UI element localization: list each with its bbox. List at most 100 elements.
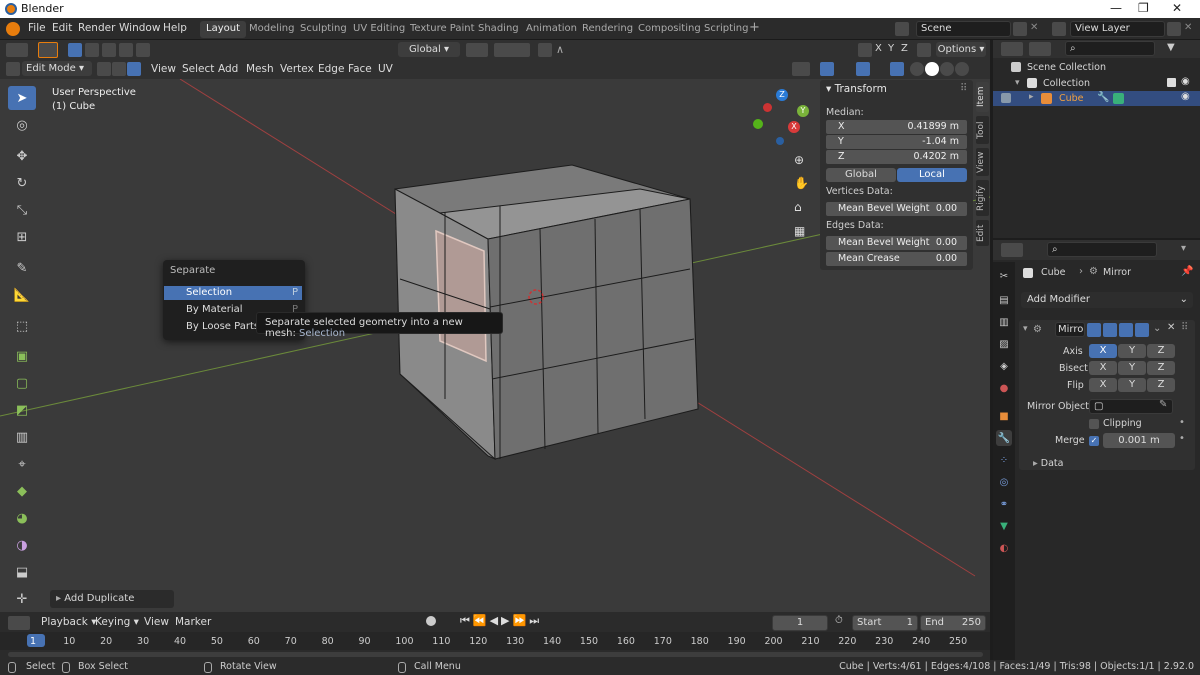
edge-bevel-weight-field[interactable]: Mean Bevel Weight 0.00 xyxy=(826,236,967,250)
constraints-tab-icon[interactable]: ⚭ xyxy=(996,496,1012,512)
select-mode-subtract-icon[interactable] xyxy=(102,43,116,57)
gizmo-x-axis[interactable]: X xyxy=(788,121,800,133)
scene-collection-label[interactable]: Scene Collection xyxy=(1027,62,1106,73)
menu-window[interactable]: Window xyxy=(119,22,160,34)
playback-controls[interactable]: ⏮⏪◀▶⏩⏭ xyxy=(460,614,542,628)
particles-tab-icon[interactable]: ⁘ xyxy=(996,452,1012,468)
mode-dropdown[interactable]: Edit Mode ▾ xyxy=(22,61,92,76)
tab-animation[interactable]: Animation xyxy=(520,21,583,38)
tab-texture-paint[interactable]: Texture Paint xyxy=(404,21,481,38)
tab-view[interactable]: View xyxy=(976,148,989,176)
editor-type-icon[interactable] xyxy=(6,43,28,57)
tab-layout[interactable]: Layout xyxy=(200,21,246,38)
select-mode-intersect-icon[interactable] xyxy=(136,43,150,57)
world-tab-icon[interactable]: ● xyxy=(996,380,1012,396)
pivot-point-icon[interactable] xyxy=(466,43,488,57)
view-layer-selector[interactable]: View Layer xyxy=(1070,21,1165,37)
current-frame-field[interactable]: 1 xyxy=(772,615,828,631)
tab-modeling[interactable]: Modeling xyxy=(243,21,301,38)
viewport-menu-add[interactable]: Add xyxy=(218,63,238,75)
measure-tool-icon[interactable]: 📐 xyxy=(8,283,36,307)
tab-rendering[interactable]: Rendering xyxy=(576,21,639,38)
tab-sculpting[interactable]: Sculpting xyxy=(294,21,353,38)
tab-shading[interactable]: Shading xyxy=(472,21,525,38)
viewport-display-icon[interactable] xyxy=(1119,323,1133,337)
axis-x-toggle[interactable]: X xyxy=(1089,344,1117,358)
expand-cube-icon[interactable]: ▸ xyxy=(1029,92,1034,102)
physics-tab-icon[interactable]: ◎ xyxy=(996,474,1012,490)
pin-icon[interactable]: 📌 xyxy=(1181,266,1193,277)
new-view-layer-icon[interactable] xyxy=(1167,22,1181,36)
start-frame-field[interactable]: Start 1 xyxy=(852,615,918,631)
median-y-field[interactable]: Y -1.04 m xyxy=(826,135,967,149)
flip-x-toggle[interactable]: X xyxy=(1089,378,1117,392)
eyedropper-icon[interactable]: ✎ xyxy=(1159,399,1167,410)
mirror-z-toggle[interactable]: Z xyxy=(901,43,908,54)
merge-checkbox[interactable]: ✓ xyxy=(1089,436,1099,446)
cube-label[interactable]: Cube xyxy=(1059,93,1084,104)
clipping-keyframe-icon[interactable]: • xyxy=(1179,417,1185,428)
viewport-menu-uv[interactable]: UV xyxy=(378,63,393,75)
spin-tool-icon[interactable]: ◕ xyxy=(8,506,36,530)
delete-view-layer-icon[interactable]: ✕ xyxy=(1184,22,1198,36)
timer-icon[interactable]: ⏱ xyxy=(835,615,843,626)
orientation-dropdown[interactable]: Global ▾ xyxy=(398,42,460,57)
menu-edit[interactable]: Edit xyxy=(52,22,72,34)
maximize-icon[interactable]: ❐ xyxy=(1138,1,1149,15)
collection-eye-icon[interactable]: ◉ xyxy=(1181,76,1190,87)
timeline-menu-view[interactable]: View xyxy=(144,616,169,628)
tab-item[interactable]: Item xyxy=(976,82,989,112)
remove-modifier-icon[interactable]: ✕ xyxy=(1167,322,1175,333)
median-z-field[interactable]: Z 0.4202 m xyxy=(826,150,967,164)
select-mode-new-icon[interactable] xyxy=(68,43,82,57)
viewport-menu-edge[interactable]: Edge xyxy=(318,63,344,75)
on-cage-icon[interactable] xyxy=(1103,323,1117,337)
modifier-drag-icon[interactable]: ⠿ xyxy=(1181,322,1188,333)
properties-search-input[interactable]: ⌕ xyxy=(1047,242,1157,257)
object-tab-icon[interactable]: ■ xyxy=(996,408,1012,424)
gizmo-neg-z-icon[interactable] xyxy=(776,137,784,145)
select-mode-extend-icon[interactable] xyxy=(85,43,99,57)
render-display-icon[interactable] xyxy=(1135,323,1149,337)
mesh-data-icon[interactable] xyxy=(1113,93,1124,104)
flip-y-toggle[interactable]: Y xyxy=(1118,378,1146,392)
rotate-tool-icon[interactable]: ↻ xyxy=(8,171,36,195)
visibility-icon[interactable] xyxy=(792,62,810,76)
tool-tab-icon[interactable]: ✂ xyxy=(996,268,1012,284)
edge-select-mode-icon[interactable] xyxy=(112,62,126,76)
tab-edit[interactable]: Edit xyxy=(976,220,989,246)
material-shading-icon[interactable] xyxy=(940,62,954,76)
data-subpanel-header[interactable]: ▸ Data xyxy=(1033,458,1063,469)
last-operator-panel[interactable]: ▸ Add Duplicate xyxy=(50,590,174,608)
tab-rigify[interactable]: Rigify xyxy=(976,180,989,216)
properties-options-icon[interactable]: ▾ xyxy=(1181,243,1186,254)
data-tab-icon[interactable]: ▼ xyxy=(996,518,1012,534)
output-tab-icon[interactable]: ▥ xyxy=(996,314,1012,330)
mirror-x-toggle[interactable]: X xyxy=(875,43,882,54)
tab-uv-editing[interactable]: UV Editing xyxy=(347,21,411,38)
vertex-select-mode-icon[interactable] xyxy=(97,62,111,76)
blender-menu-icon[interactable] xyxy=(6,22,20,36)
camera-view-icon[interactable]: ⌂ xyxy=(794,200,802,214)
minimize-icon[interactable]: — xyxy=(1110,1,1122,15)
gizmo-neg-y-icon[interactable] xyxy=(753,119,763,129)
viewport-menu-face[interactable]: Face xyxy=(348,63,372,75)
gizmo-toggle-icon[interactable] xyxy=(820,62,834,76)
outliner-row-cube[interactable]: ▸ Cube 🔧 ◉ xyxy=(993,91,1200,106)
menu-file[interactable]: File xyxy=(28,22,46,34)
outliner-search-input[interactable]: ⌕ xyxy=(1065,41,1155,56)
timeline-menu-keying[interactable]: Keying ▾ xyxy=(95,616,139,628)
gizmo-neg-x-icon[interactable] xyxy=(763,103,772,112)
scene-tab-icon[interactable]: ◈ xyxy=(996,358,1012,374)
viewport-menu-vertex[interactable]: Vertex xyxy=(280,63,314,75)
delete-scene-icon[interactable]: ✕ xyxy=(1030,22,1044,36)
timeline-menu-playback[interactable]: Playback ▾ xyxy=(41,616,96,628)
pan-hand-icon[interactable]: ✋ xyxy=(794,176,809,190)
tab-tool[interactable]: Tool xyxy=(976,116,989,144)
mirror-y-toggle[interactable]: Y xyxy=(888,43,894,54)
expand-collection-icon[interactable]: ▾ xyxy=(1015,78,1020,88)
end-frame-field[interactable]: End 250 xyxy=(920,615,986,631)
bisect-y-toggle[interactable]: Y xyxy=(1118,361,1146,375)
inset-tool-icon[interactable]: ▢ xyxy=(8,371,36,395)
snap-icon[interactable] xyxy=(494,43,530,57)
